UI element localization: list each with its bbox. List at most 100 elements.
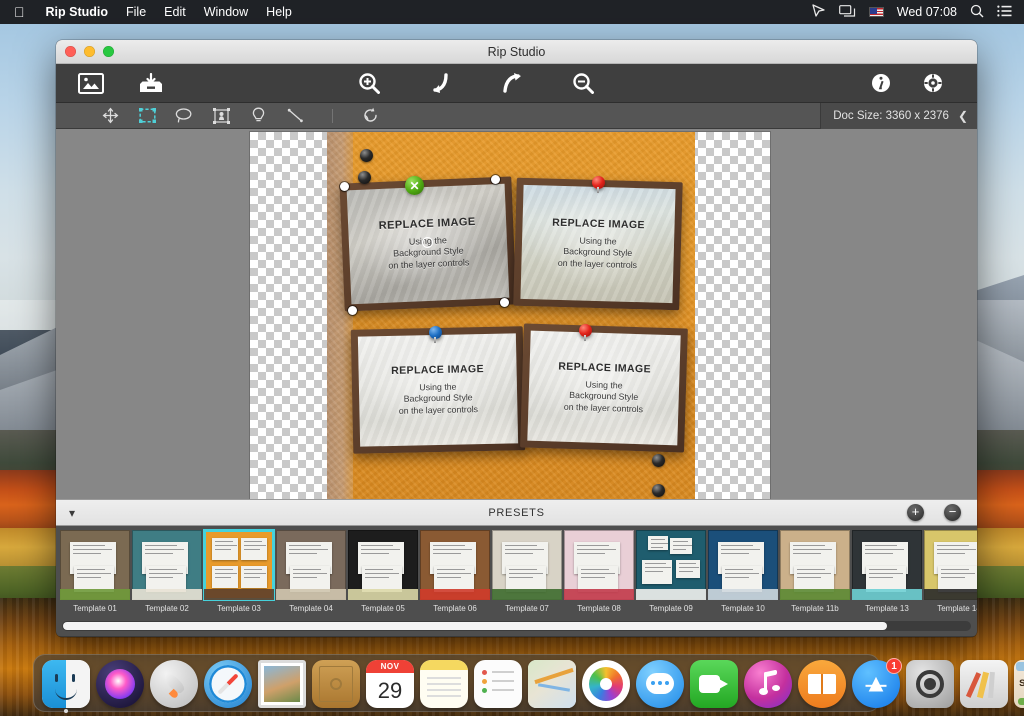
close-x-icon[interactable]: ✕: [405, 176, 424, 195]
dock-item-launchpad[interactable]: [150, 660, 198, 708]
canvas-area[interactable]: REPLACE IMAGE Using the Background Style…: [56, 129, 977, 499]
search-icon[interactable]: [970, 4, 984, 21]
preset-item[interactable]: Template 03: [204, 530, 274, 613]
pointer-icon[interactable]: [812, 4, 826, 20]
preset-item[interactable]: Template 01: [60, 530, 130, 613]
dock-item-app-store-1[interactable]: ▲1: [852, 660, 900, 708]
menu-item-edit[interactable]: Edit: [155, 5, 195, 19]
dock-item-itunes[interactable]: [744, 660, 792, 708]
lasso-icon[interactable]: [174, 107, 194, 125]
selection-handle-tl[interactable]: [340, 182, 349, 191]
dock-item-messages[interactable]: [636, 660, 684, 708]
presets-scrollbar-thumb[interactable]: [63, 622, 887, 630]
preset-thumbnail[interactable]: [564, 530, 634, 600]
add-preset-button[interactable]: +: [907, 504, 924, 521]
dock-item-mail[interactable]: [258, 660, 306, 708]
preset-item[interactable]: Template 09: [636, 530, 706, 613]
preset-thumbnail[interactable]: [636, 530, 706, 600]
card-center-marker[interactable]: [422, 237, 433, 248]
move-arrows-icon[interactable]: [100, 107, 120, 125]
dock-item-maps[interactable]: [528, 660, 576, 708]
menu-item-help[interactable]: Help: [257, 5, 301, 19]
card-bottom-right[interactable]: REPLACE IMAGE Using the Background Style…: [520, 323, 688, 452]
preset-item[interactable]: Template 08: [564, 530, 634, 613]
dock-item-siri[interactable]: [96, 660, 144, 708]
board-pin-top-1[interactable]: [360, 149, 373, 162]
board-pin-bottom-1[interactable]: [652, 454, 665, 467]
chevron-left-icon[interactable]: ❮: [958, 109, 968, 123]
menu-app-name[interactable]: Rip Studio: [37, 5, 118, 19]
doc-size-indicator[interactable]: Doc Size: 3360 x 2376 ❮: [820, 103, 977, 129]
preset-thumbnail[interactable]: [132, 530, 202, 600]
image-frame-icon[interactable]: [78, 73, 104, 94]
board-pin-top-2[interactable]: [358, 171, 371, 184]
preset-item[interactable]: Template 02: [132, 530, 202, 613]
preset-thumbnail[interactable]: [276, 530, 346, 600]
preset-item[interactable]: Template 10: [708, 530, 778, 613]
pushpin-blue[interactable]: [428, 326, 443, 343]
dock-item-contacts[interactable]: [312, 660, 360, 708]
preset-thumbnail[interactable]: [924, 530, 977, 600]
window-titlebar[interactable]: Rip Studio: [56, 40, 977, 64]
dock-item-preview[interactable]: [960, 660, 1008, 708]
apple-logo-icon[interactable]: : [0, 5, 37, 19]
rotate-refresh-icon[interactable]: [360, 107, 380, 125]
preset-thumbnail[interactable]: [492, 530, 562, 600]
dock-item-notes[interactable]: [420, 660, 468, 708]
screen-mirroring-icon[interactable]: [839, 5, 856, 20]
preset-thumbnail[interactable]: [852, 530, 922, 600]
preset-item[interactable]: Template 07: [492, 530, 562, 613]
menubar-clock[interactable]: Wed 07:08: [897, 5, 957, 19]
card-top-right[interactable]: REPLACE IMAGE Using the Background Style…: [513, 178, 683, 311]
undo-arrow-icon[interactable]: [428, 72, 452, 94]
card-bottom-left[interactable]: REPLACE IMAGE Using the Background Style…: [351, 326, 526, 454]
dock-item-calendar[interactable]: NOV29: [366, 660, 414, 708]
transform-frame-icon[interactable]: [211, 107, 231, 125]
dock-item-reminders[interactable]: [474, 660, 522, 708]
dock-item-rip-studio-pro[interactable]: RIPSTUDIOPRO: [1014, 660, 1024, 708]
pushpin-red-bottom[interactable]: [578, 324, 593, 341]
magnifier-plus-icon[interactable]: [358, 72, 380, 94]
rectangle-select-icon[interactable]: [137, 107, 157, 125]
selection-handle-tr[interactable]: [491, 175, 500, 184]
pin-bulb-icon[interactable]: [248, 107, 268, 125]
preset-item[interactable]: Template 11b: [780, 530, 850, 613]
us-flag-icon[interactable]: [869, 7, 884, 17]
menu-item-window[interactable]: Window: [195, 5, 257, 19]
selection-handle-br[interactable]: [500, 298, 509, 307]
preset-thumbnail[interactable]: [780, 530, 850, 600]
gear-circle-icon[interactable]: [923, 73, 943, 93]
card-photo[interactable]: REPLACE IMAGE Using the Background Style…: [527, 331, 680, 446]
save-tray-icon[interactable]: [138, 73, 164, 94]
preset-item[interactable]: Template 06: [420, 530, 490, 613]
pushpin-red-top[interactable]: [591, 176, 606, 193]
dock-item-facetime[interactable]: [690, 660, 738, 708]
dock-item-books[interactable]: [798, 660, 846, 708]
board-pin-bottom-2[interactable]: [652, 484, 665, 497]
redo-arrow-icon[interactable]: [500, 72, 524, 94]
line-icon[interactable]: [285, 107, 305, 125]
dock-item-safari[interactable]: [204, 660, 252, 708]
preset-thumbnail[interactable]: [708, 530, 778, 600]
preset-thumbnail[interactable]: [60, 530, 130, 600]
card-photo[interactable]: REPLACE IMAGE Using the Background Style…: [520, 185, 675, 303]
remove-preset-button[interactable]: −: [944, 504, 961, 521]
card-photo[interactable]: REPLACE IMAGE Using the Background Style…: [358, 333, 518, 446]
list-menu-icon[interactable]: [997, 5, 1012, 20]
preset-thumbnail[interactable]: [204, 530, 274, 600]
preset-item[interactable]: Template 05: [348, 530, 418, 613]
preset-item[interactable]: Template 14: [924, 530, 977, 613]
menu-item-file[interactable]: File: [117, 5, 155, 19]
presets-scrollbar[interactable]: [62, 621, 971, 631]
preset-item[interactable]: Template 04: [276, 530, 346, 613]
artboard[interactable]: REPLACE IMAGE Using the Background Style…: [250, 132, 770, 499]
dock-item-finder[interactable]: [42, 660, 90, 708]
presets-panel[interactable]: Template 01Template 02Template 03Templat…: [56, 526, 977, 636]
info-circle-icon[interactable]: [871, 73, 891, 93]
dock-item-system-preferences[interactable]: [906, 660, 954, 708]
selection-handle-bl[interactable]: [348, 306, 357, 315]
preset-item[interactable]: Template 13: [852, 530, 922, 613]
preset-thumbnail[interactable]: [420, 530, 490, 600]
preset-thumbnail[interactable]: [348, 530, 418, 600]
magnifier-minus-icon[interactable]: [572, 72, 594, 94]
